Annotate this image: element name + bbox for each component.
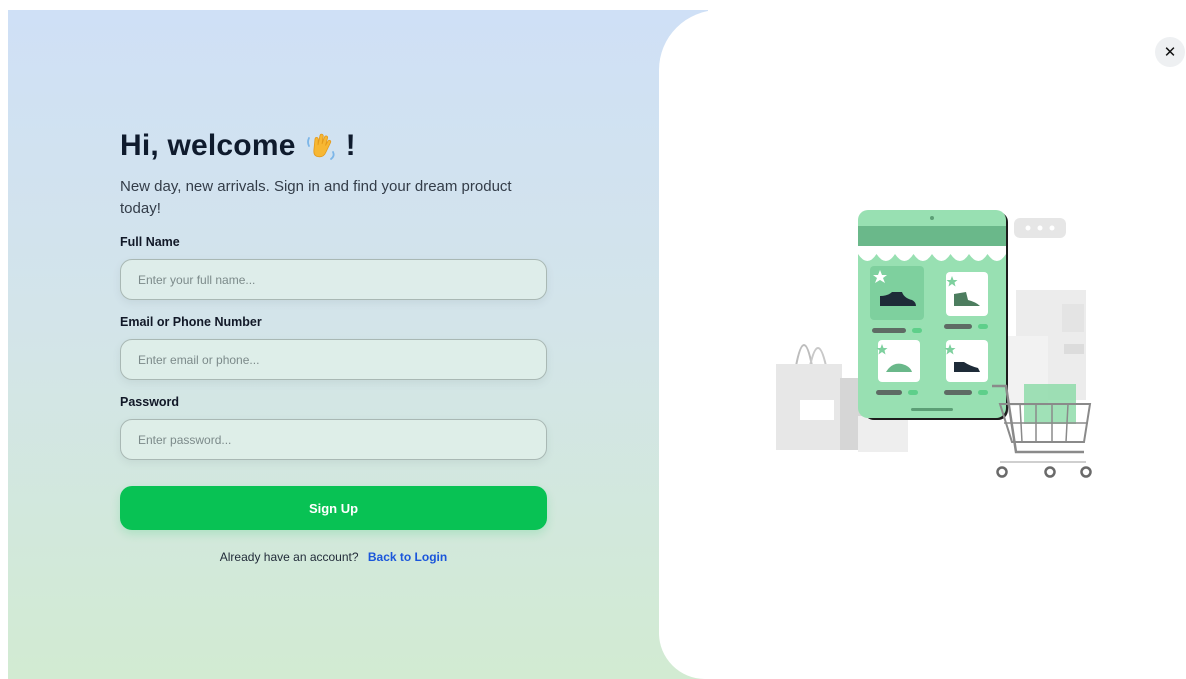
online-store-icon bbox=[776, 210, 1092, 478]
sign-up-button[interactable]: Sign Up bbox=[120, 486, 547, 530]
tablet-stand bbox=[858, 416, 908, 452]
close-icon: ✕ bbox=[1163, 43, 1177, 61]
page-subtitle: New day, new arrivals. Sign in and find … bbox=[120, 178, 512, 217]
password-input[interactable] bbox=[120, 419, 547, 460]
tablet-shop-icon bbox=[858, 210, 1008, 420]
title-text: Hi, welcome bbox=[120, 129, 296, 162]
close-button[interactable]: ✕ bbox=[1155, 37, 1185, 67]
title-exclamation: ! bbox=[345, 129, 356, 162]
contact-label: Email or Phone Number bbox=[120, 315, 262, 329]
login-prompt: Already have an account? Back to Login bbox=[120, 550, 547, 564]
background-box bbox=[1062, 304, 1084, 332]
full-name-label: Full Name bbox=[120, 235, 180, 249]
full-name-input[interactable] bbox=[120, 259, 547, 300]
back-to-login-link[interactable]: Back to Login bbox=[368, 550, 447, 564]
signup-form: Hi, welcome ! New day, new arrivals. Sig… bbox=[120, 126, 547, 564]
page-title: Hi, welcome ! bbox=[120, 126, 547, 166]
shopping-cart-icon bbox=[992, 384, 1092, 478]
password-label: Password bbox=[120, 395, 180, 409]
background-box bbox=[1064, 344, 1084, 354]
email-phone-input[interactable] bbox=[120, 339, 547, 380]
login-prompt-text: Already have an account? bbox=[219, 550, 359, 564]
waving-hand-icon bbox=[306, 133, 335, 160]
shopping-bag-icon bbox=[776, 344, 862, 450]
